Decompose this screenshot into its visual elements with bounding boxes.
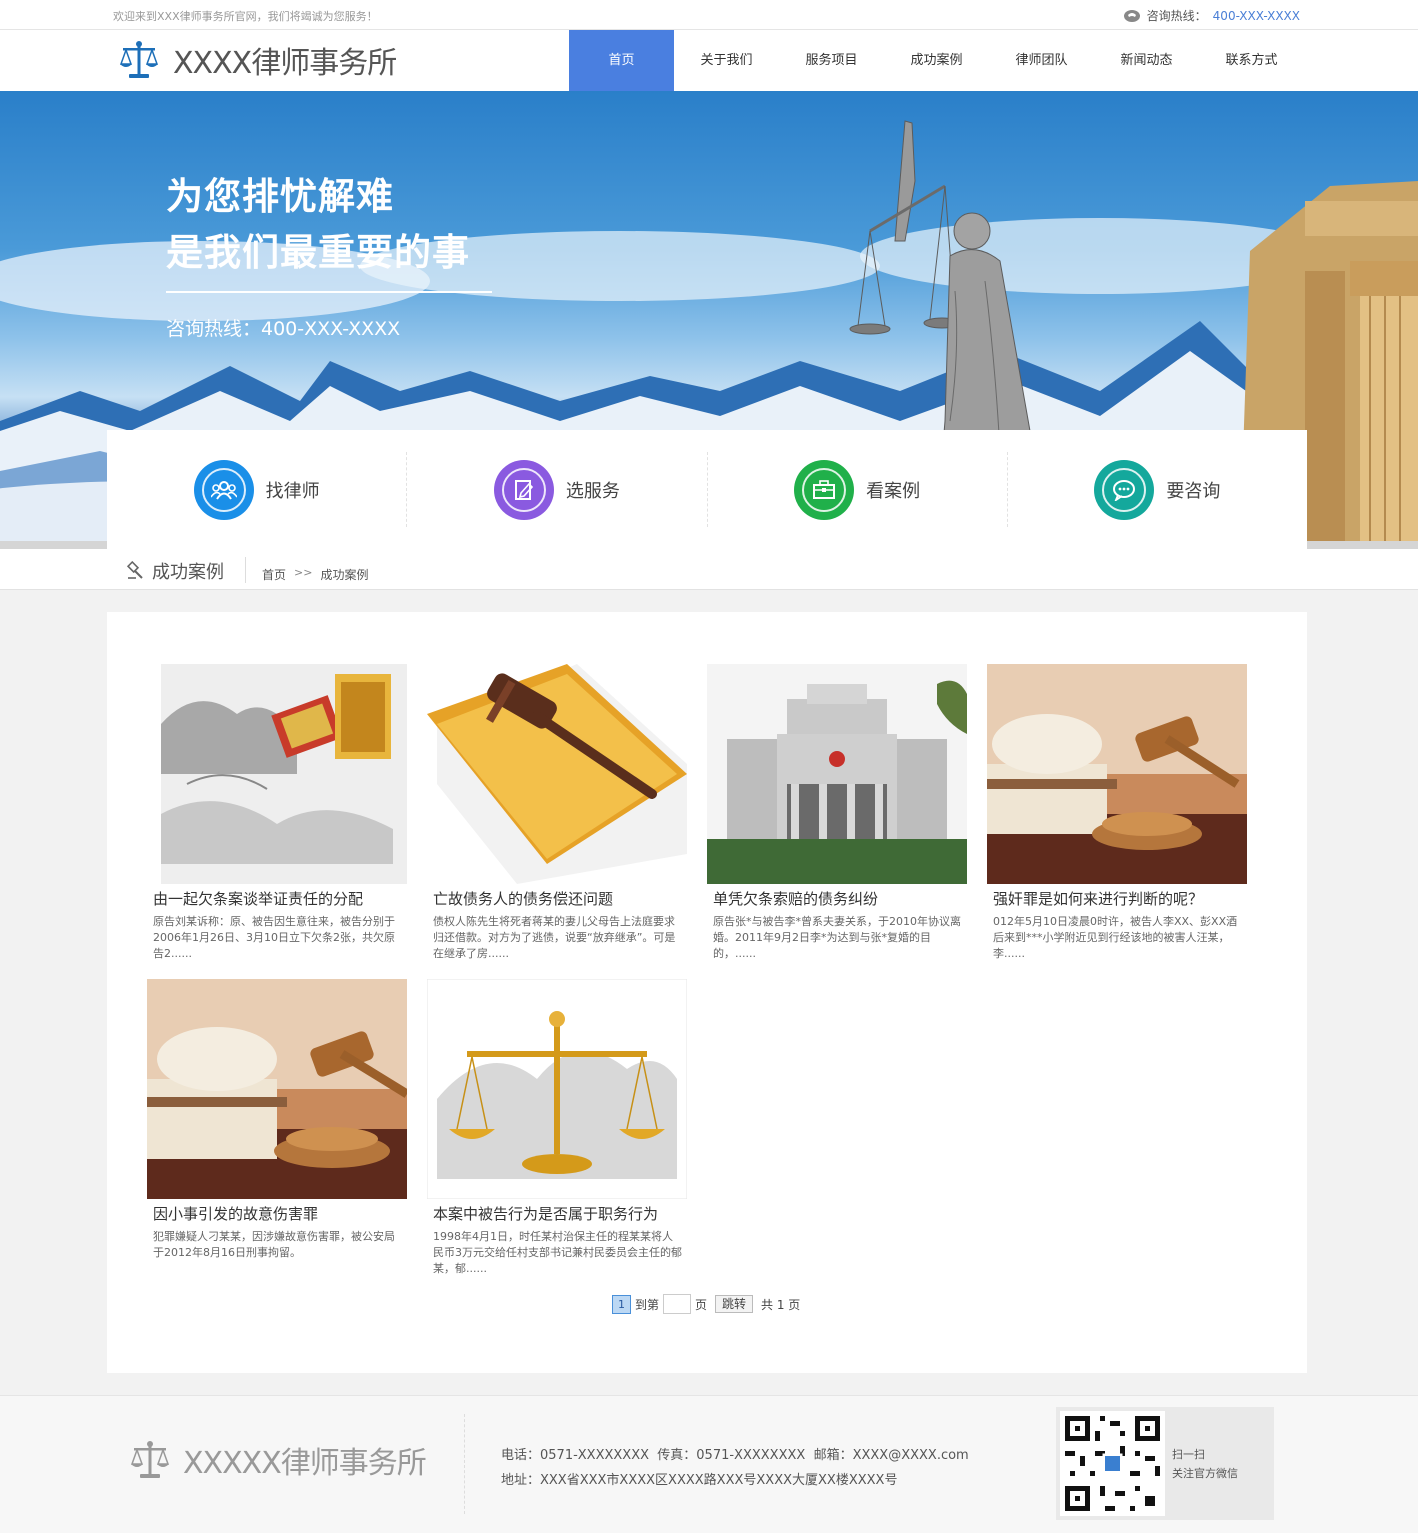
quick-circle bbox=[794, 459, 855, 520]
quick-label: 选服务 bbox=[565, 480, 620, 502]
case-title[interactable]: 亡故债务人的债务偿还问题 bbox=[433, 888, 687, 909]
breadcrumb-bar: 成功案例 首页 >> 成功案例 bbox=[0, 549, 1418, 590]
footer-logo-text: XXXXX律师事务所 bbox=[183, 1446, 427, 1481]
site-footer: XXXXX律师事务所 电话：0571-XXXXXXXX 传真：0571-XXXX… bbox=[0, 1395, 1418, 1533]
nav-contact[interactable]: 联系方式 bbox=[1199, 30, 1304, 91]
case-card[interactable]: 亡故债务人的债务偿还问题 债权人陈先生将死者蒋某的妻儿父母告上法庭要求归还借款。… bbox=[427, 664, 687, 962]
page-total: 共 1 页 bbox=[761, 1297, 801, 1312]
pagination: 1 到第 页 跳转 共 1 页 bbox=[612, 1294, 800, 1314]
qr-caption-line-2: 关注官方微信 bbox=[1172, 1467, 1238, 1480]
case-card[interactable]: 强奸罪是如何来进行判断的呢？ 012年5月10日凌晨0时许，被告人李XX、彭XX… bbox=[987, 664, 1247, 962]
quick-consult[interactable]: 要咨询 bbox=[1008, 452, 1307, 527]
qr-caption: 扫一扫 关注官方微信 bbox=[1172, 1445, 1238, 1483]
banner-divider bbox=[166, 291, 492, 293]
quick-find-lawyer[interactable]: 找律师 bbox=[107, 452, 408, 527]
phone-icon bbox=[1123, 9, 1140, 22]
case-thumbnail[interactable] bbox=[427, 664, 687, 884]
case-thumbnail[interactable] bbox=[427, 979, 687, 1199]
footer-divider bbox=[464, 1414, 465, 1514]
case-summary: 原告张*与被告李*曾系夫妻关系，于2010年协议离婚。2011年9月2日李*为达… bbox=[713, 915, 961, 960]
case-card[interactable]: 由一起欠条案谈举证责任的分配 原告刘某诉称：原、被告因生意往来，被告分别于200… bbox=[147, 664, 407, 962]
site-header: XXXX律师事务所 首页 关于我们 服务项目 成功案例 律师团队 新闻动态 联系… bbox=[0, 30, 1418, 91]
breadcrumb-home[interactable]: 首页 bbox=[262, 566, 286, 583]
quick-label: 要咨询 bbox=[1166, 480, 1221, 502]
breadcrumb-current[interactable]: 成功案例 bbox=[320, 566, 368, 583]
welcome-text: 欢迎来到XXX律师事务所官网，我们将竭诚为您服务！ bbox=[113, 10, 378, 23]
scales-logo-icon bbox=[130, 1441, 170, 1478]
main-nav: 首页 关于我们 服务项目 成功案例 律师团队 新闻动态 联系方式 bbox=[569, 30, 1304, 91]
page-number-input[interactable] bbox=[663, 1294, 692, 1314]
nav-cases[interactable]: 成功案例 bbox=[884, 30, 989, 91]
case-thumbnail[interactable] bbox=[147, 979, 407, 1199]
case-title[interactable]: 由一起欠条案谈举证责任的分配 bbox=[153, 888, 407, 909]
case-card[interactable]: 本案中被告行为是否属于职务行为 1998年4月1日，时任某村治保主任的程某某将人… bbox=[427, 979, 687, 1277]
page-current[interactable]: 1 bbox=[612, 1294, 631, 1314]
banner-hotline: 咨询热线：400-XXX-XXXX bbox=[166, 318, 401, 340]
qr-code bbox=[1060, 1411, 1165, 1516]
wechat-qr-box: 扫一扫 关注官方微信 bbox=[1056, 1407, 1274, 1520]
quick-label: 找律师 bbox=[265, 480, 320, 502]
section-title: 成功案例 bbox=[126, 558, 224, 584]
case-title[interactable]: 因小事引发的故意伤害罪 bbox=[153, 1203, 407, 1224]
quick-choose-service[interactable]: 选服务 bbox=[407, 452, 708, 527]
footer-contact-info: 电话：0571-XXXXXXXX 传真：0571-XXXXXXXX 邮箱：XXX… bbox=[501, 1443, 969, 1493]
quick-label: 看案例 bbox=[866, 480, 921, 502]
breadcrumb-separator: >> bbox=[294, 566, 313, 579]
case-thumbnail[interactable] bbox=[707, 664, 967, 884]
chat-icon bbox=[1102, 467, 1147, 512]
quick-view-cases[interactable]: 看案例 bbox=[708, 452, 1008, 527]
gavel-icon bbox=[126, 561, 143, 579]
hotline-label: 咨询热线： bbox=[1146, 9, 1207, 23]
qr-caption-line-1: 扫一扫 bbox=[1172, 1448, 1205, 1461]
case-thumbnail[interactable] bbox=[987, 664, 1247, 884]
section-title-text: 成功案例 bbox=[152, 562, 224, 583]
goto-prefix: 到第 bbox=[635, 1297, 660, 1312]
footer-logo[interactable]: XXXXX律师事务所 bbox=[127, 1438, 427, 1482]
breadcrumb-divider bbox=[245, 557, 246, 583]
banner-line-1: 为您排忧解难 bbox=[166, 175, 394, 218]
case-title[interactable]: 强奸罪是如何来进行判断的呢？ bbox=[993, 888, 1247, 909]
document-edit-icon bbox=[501, 467, 546, 512]
case-title[interactable]: 单凭欠条索赔的债务纠纷 bbox=[713, 888, 967, 909]
case-summary: 012年5月10日凌晨0时许，被告人李XX、彭XX酒后来到***小学附近见到行经… bbox=[993, 915, 1238, 960]
goto-suffix: 页 bbox=[695, 1297, 708, 1312]
site-logo[interactable]: XXXX律师事务所 bbox=[117, 38, 397, 82]
nav-team[interactable]: 律师团队 bbox=[989, 30, 1094, 91]
top-hotline: 咨询热线： 400-XXX-XXXX bbox=[1123, 7, 1300, 24]
jump-button[interactable]: 跳转 bbox=[715, 1295, 754, 1313]
case-card[interactable]: 单凭欠条索赔的债务纠纷 原告张*与被告李*曾系夫妻关系，于2010年协议离婚。2… bbox=[707, 664, 967, 962]
scales-logo-icon bbox=[119, 41, 159, 78]
case-title[interactable]: 本案中被告行为是否属于职务行为 bbox=[433, 1203, 687, 1224]
case-thumbnail[interactable] bbox=[147, 664, 407, 884]
banner-headline: 为您排忧解难 是我们最重要的事 bbox=[166, 169, 470, 281]
case-summary: 犯罪嫌疑人刁某某，因涉嫌故意伤害罪，被公安局于2012年8月16日刑事拘留。 bbox=[153, 1230, 395, 1259]
footer-address-line: 地址：XXX省XXX市XXXX区XXXX路XXX号XXXX大厦XX楼XXXX号 bbox=[501, 1473, 898, 1488]
banner-line-2: 是我们最重要的事 bbox=[166, 231, 470, 274]
case-summary: 债权人陈先生将死者蒋某的妻儿父母告上法庭要求归还借款。对方为了逃债，说要“放弃继… bbox=[433, 915, 676, 960]
logo-text: XXXX律师事务所 bbox=[173, 46, 397, 81]
top-bar: 欢迎来到XXX律师事务所官网，我们将竭诚为您服务！ 咨询热线： 400-XXX-X… bbox=[0, 0, 1418, 30]
case-summary: 原告刘某诉称：原、被告因生意往来，被告分别于2006年1月26日、3月10日立下… bbox=[153, 915, 395, 960]
nav-services[interactable]: 服务项目 bbox=[779, 30, 884, 91]
case-summary: 1998年4月1日，时任某村治保主任的程某某将人民币3万元交给任村支部书记兼村民… bbox=[433, 1230, 682, 1275]
breadcrumb: 首页 >> 成功案例 bbox=[262, 566, 368, 583]
case-list-panel: 由一起欠条案谈举证责任的分配 原告刘某诉称：原、被告因生意往来，被告分别于200… bbox=[107, 612, 1307, 1373]
nav-about[interactable]: 关于我们 bbox=[674, 30, 779, 91]
quick-circle bbox=[1094, 459, 1155, 520]
group-icon bbox=[201, 467, 246, 512]
hotline-number[interactable]: 400-XXX-XXXX bbox=[1213, 9, 1300, 23]
quick-circle bbox=[493, 459, 554, 520]
nav-news[interactable]: 新闻动态 bbox=[1094, 30, 1199, 91]
quick-links: 找律师 选服务 看案例 要咨询 bbox=[107, 430, 1307, 549]
quick-circle bbox=[193, 459, 254, 520]
briefcase-icon bbox=[802, 467, 847, 512]
footer-contact-line: 电话：0571-XXXXXXXX 传真：0571-XXXXXXXX 邮箱：XXX… bbox=[501, 1448, 969, 1463]
nav-home[interactable]: 首页 bbox=[569, 30, 674, 91]
case-card[interactable]: 因小事引发的故意伤害罪 犯罪嫌疑人刁某某，因涉嫌故意伤害罪，被公安局于2012年… bbox=[147, 979, 407, 1277]
